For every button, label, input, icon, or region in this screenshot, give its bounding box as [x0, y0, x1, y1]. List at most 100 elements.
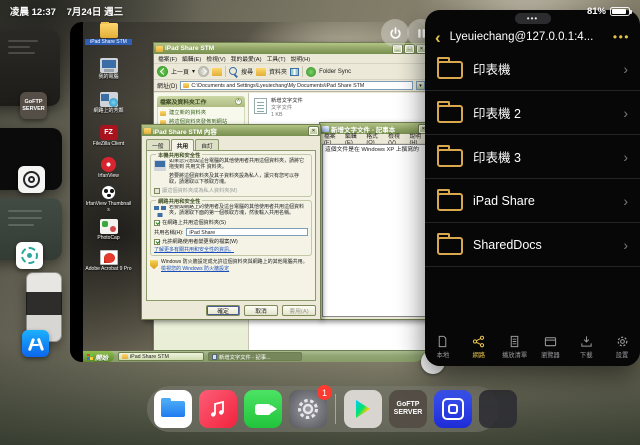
document-icon [436, 335, 449, 348]
task-pane-header[interactable]: 檔案及資料夾工作 ^ [157, 96, 245, 107]
tab-local[interactable]: 本地 [425, 330, 461, 366]
menu-edit[interactable]: 編輯(E) [182, 54, 201, 63]
network-sharing-group-title: 網路共用和安全性 [156, 197, 202, 205]
folder-icon [122, 354, 128, 359]
firewall-settings-link[interactable]: 檢視您的 Windows 防火牆設定 [161, 266, 229, 272]
desktop-icon-my-computer[interactable]: 我的電腦 [85, 58, 132, 80]
up-folder-icon[interactable] [212, 68, 222, 76]
tab-downloads[interactable]: 下載 [568, 330, 604, 366]
sharing-properties-dialog[interactable]: iPad Share STM 內容 × 一般 共用 自訂 本機共用和安全性 如果… [141, 124, 321, 320]
folder-icon [437, 105, 463, 123]
taskbar-item-notepad[interactable]: 新增文字文件 - 記事... [208, 352, 302, 361]
network-icon [100, 92, 118, 107]
explorer-menu-bar[interactable]: 檔案(F) 編輯(E) 檢視(V) 我的最愛(A) 工具(T) 說明(H) [154, 54, 426, 64]
explorer-title-bar[interactable]: iPad Share STM _ □ × [154, 43, 426, 54]
computer-icon [154, 160, 166, 171]
remote-desktop-window[interactable]: iPad Share STM 我的電腦 網路上的芳鄰 FZ FileZilla … [70, 22, 426, 362]
file-item[interactable]: 新增文字文件 文字文件 1 KB [254, 98, 303, 119]
desktop-icon-irfanview[interactable]: IrfanView [85, 157, 132, 179]
desktop-icon-network[interactable]: 網路上的芳鄰 [85, 92, 132, 114]
slide-over-file-panel[interactable]: ••• ‹ Lyeuiechang@127.0.0.1:4... ••• 印表機… [425, 10, 640, 366]
folder-row-printer1[interactable]: 印表機 › [425, 47, 640, 91]
back-label[interactable]: 上一頁 [171, 67, 189, 76]
search-label[interactable]: 搜尋 [241, 67, 253, 76]
maximize-button[interactable]: □ [405, 45, 414, 53]
address-dropdown[interactable]: ▾ [416, 81, 425, 90]
dock-music-app[interactable] [199, 390, 237, 428]
folder-sync-label[interactable]: Folder Sync [319, 69, 351, 75]
menu-help[interactable]: 說明(H) [291, 54, 311, 63]
collapse-icon[interactable]: ^ [235, 98, 242, 105]
menu-tools[interactable]: 工具(T) [267, 54, 286, 63]
tab-sharing[interactable]: 共用 [171, 139, 195, 151]
task-new-folder[interactable]: 建立新的資料夾 [160, 110, 242, 116]
desktop-icon-irfanview-thumbnails[interactable]: IrfanView Thumbnails [85, 185, 132, 213]
back-chevron-icon[interactable]: ‹ [435, 29, 441, 46]
video-camera-icon [255, 404, 271, 415]
forward-icon[interactable] [198, 66, 209, 77]
share-on-network-checkbox[interactable]: 在網路上共用這個資料夾(S) [154, 219, 308, 226]
notepad-window[interactable]: 新增文字文件 - 記事本 × 檔案(F) 編輯(E) 格式(O) 檢視(V) 說… [319, 122, 426, 320]
status-date: 7月24日 週三 [67, 7, 124, 18]
battery-icon [610, 7, 630, 16]
tab-browser[interactable]: 瀏覽器 [532, 330, 568, 366]
apply-button[interactable]: 套用(A) [282, 305, 316, 316]
desktop-icon-photocap[interactable]: PhotoCap [85, 219, 132, 241]
folder-row-printer2[interactable]: 印表機 2 › [425, 91, 640, 135]
folder-icon [437, 237, 463, 255]
dialog-title: iPad Share STM 內容 [153, 126, 306, 136]
views-icon[interactable] [290, 68, 299, 76]
start-button[interactable]: 開始 [83, 351, 114, 362]
search-icon[interactable] [229, 67, 238, 76]
folders-icon[interactable] [256, 68, 266, 76]
circles-app-icon[interactable] [18, 166, 45, 193]
folder-sync-icon[interactable] [306, 67, 316, 77]
desktop-icon-filezilla[interactable]: FZ FileZilla Client [85, 125, 132, 147]
desktop-icon-acrobat[interactable]: Adobe Acrobat 9 Pro [85, 250, 132, 272]
explorer-toolbar[interactable]: 上一頁 ▾ 搜尋 資料夾 Folder Sync [154, 64, 426, 80]
remote-screen[interactable]: iPad Share STM 我的電腦 網路上的芳鄰 FZ FileZilla … [83, 22, 426, 362]
dock-app-library[interactable] [479, 390, 517, 428]
folder-icon [437, 61, 463, 79]
dock: 1 GoFTP SERVER [147, 386, 499, 432]
tab-settings[interactable]: 設置 [604, 330, 640, 366]
menu-view[interactable]: 檢視(V) [206, 54, 225, 63]
ok-button[interactable]: 確定 [206, 305, 240, 316]
notepad-text-area[interactable]: 這個文件是在 Windows XP 上撰寫的 [322, 144, 426, 317]
allow-change-checkbox[interactable]: 允許網路使用者變更我的檔案(W) [154, 238, 308, 245]
vnc-power-button[interactable] [381, 19, 409, 47]
back-dropdown[interactable]: ▾ [192, 68, 195, 75]
desktop-icon-folder[interactable]: iPad Share STM [85, 23, 132, 45]
tab-network[interactable]: 網路 [461, 330, 497, 366]
dotted-ring-app-icon[interactable] [16, 242, 43, 269]
address-field[interactable]: C:\Documents and Settings\Lyeuiechang\My… [180, 81, 413, 90]
dock-play-store-app[interactable] [344, 390, 382, 428]
xp-taskbar[interactable]: 開始 iPad Share STM 新增文字文件 - 記事... [83, 351, 426, 362]
dock-settings-app[interactable]: 1 [289, 390, 327, 428]
chevron-right-icon: › [623, 149, 628, 165]
dock-squares-app[interactable] [434, 390, 472, 428]
menu-file[interactable]: 檔案(F) [158, 54, 177, 63]
goftp-app-icon[interactable]: GoFTP SERVER [20, 92, 47, 119]
back-icon[interactable] [157, 66, 168, 77]
learn-more-link[interactable]: 了解更多有關共用和安全性的資訊。 [154, 247, 234, 253]
explorer-address-bar[interactable]: 網址(D) C:\Documents and Settings\Lyeuiech… [154, 80, 426, 92]
share-name-input[interactable]: iPad Share [186, 228, 308, 236]
filezilla-icon: FZ [100, 125, 118, 140]
folder-row-printer3[interactable]: 印表機 3 › [425, 135, 640, 179]
folders-label[interactable]: 資料夾 [269, 67, 287, 76]
file-size: 1 KB [271, 112, 303, 119]
taskbar-item-explorer[interactable]: iPad Share STM [118, 352, 204, 361]
folder-icon [144, 128, 151, 134]
close-button[interactable]: × [309, 127, 318, 135]
app-store-icon[interactable] [22, 330, 49, 357]
folder-row-ipad-share[interactable]: iPad Share › [425, 179, 640, 223]
cancel-button[interactable]: 取消 [244, 305, 278, 316]
dock-files-app[interactable] [154, 390, 192, 428]
tab-playlist[interactable]: 播放清單 [497, 330, 533, 366]
dock-goftp-server-app[interactable]: GoFTP SERVER [389, 390, 427, 428]
menu-favorites[interactable]: 我的最愛(A) [231, 54, 262, 63]
dock-facetime-app[interactable] [244, 390, 282, 428]
private-folder-checkbox[interactable]: 讓這個資料夾成為私人資料夾(M) [154, 187, 308, 194]
folder-row-shareddocs[interactable]: SharedDocs › [425, 223, 640, 267]
